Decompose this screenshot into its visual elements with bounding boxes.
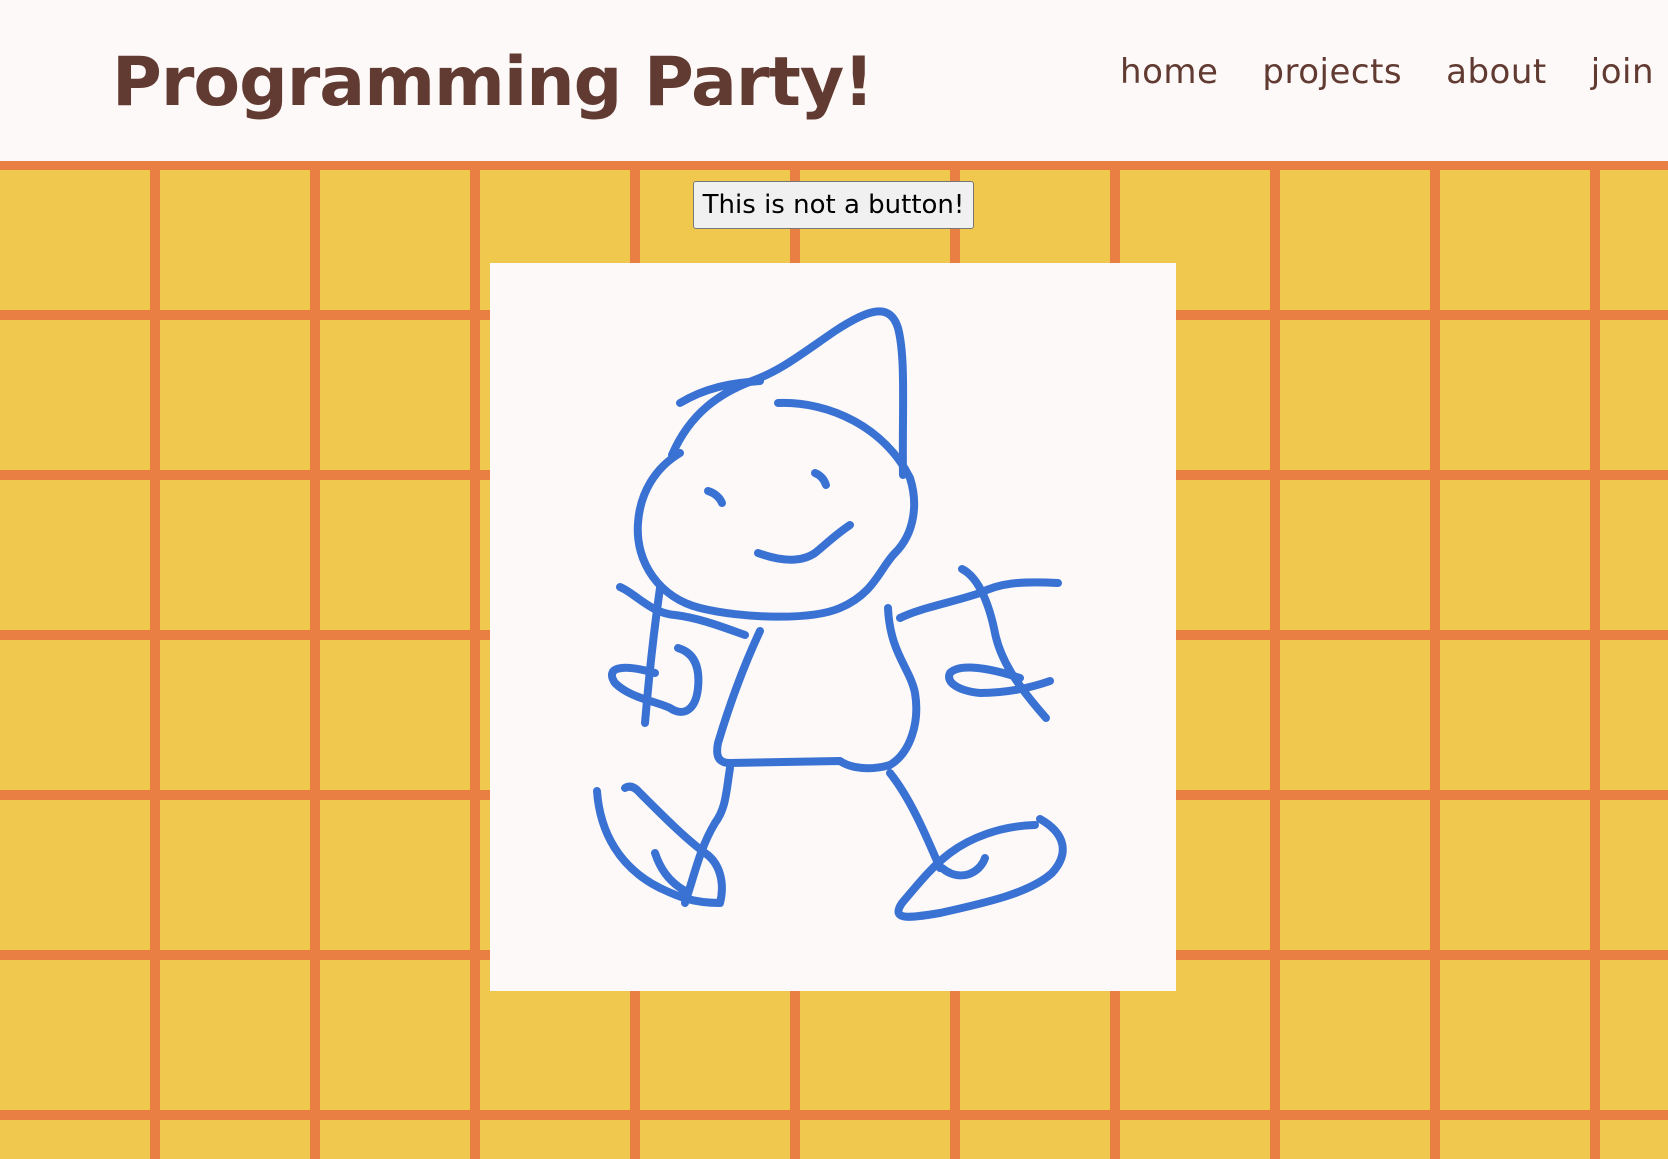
drawing-canvas (490, 263, 1176, 991)
not-a-button[interactable]: This is not a button! (693, 181, 974, 229)
right-hand-loop (945, 663, 1054, 697)
nav-link-projects[interactable]: projects (1262, 52, 1402, 93)
stick-figure-drawing (593, 307, 1067, 921)
smile (754, 521, 854, 564)
nav-link-about[interactable]: about (1446, 52, 1547, 93)
right-eye (811, 469, 830, 489)
right-foot-detail (938, 854, 989, 880)
site-header: Programming Party! home projects about j… (0, 0, 1668, 170)
main-nav: home projects about join (1120, 52, 1654, 93)
site-title: Programming Party! (112, 43, 874, 122)
nav-link-join[interactable]: join (1591, 52, 1654, 93)
left-eye (704, 487, 726, 507)
right-leg (886, 769, 944, 872)
nav-link-home[interactable]: home (1120, 52, 1218, 93)
